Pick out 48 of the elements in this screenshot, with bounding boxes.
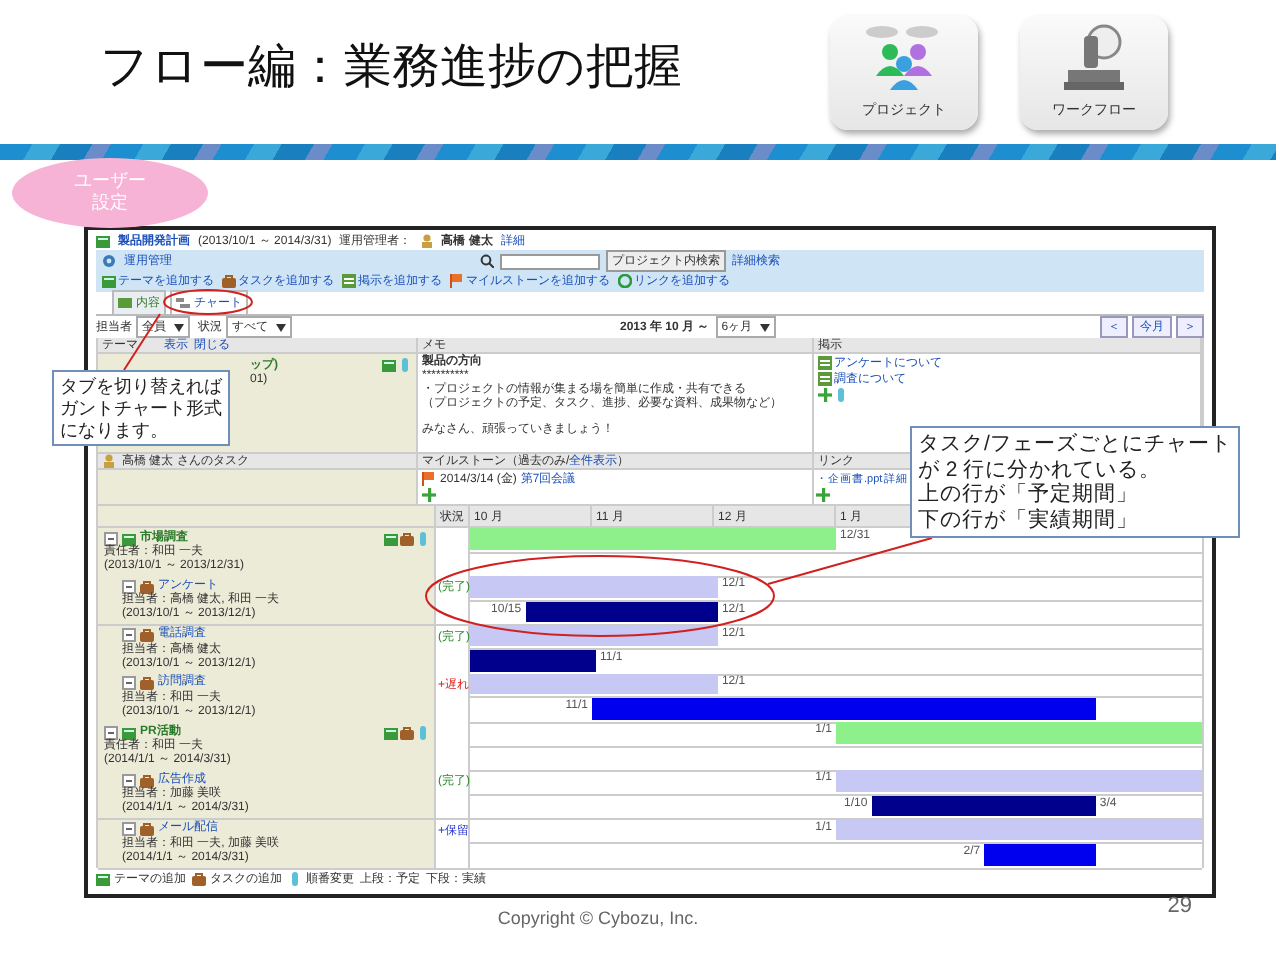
caret-icon — [174, 323, 184, 331]
folder-icon — [96, 234, 110, 248]
capsule-icon — [288, 871, 302, 886]
copyright-text: Copyright © Cybozu, Inc. — [497, 908, 699, 928]
highlight-ellipse — [163, 289, 253, 315]
person-icon — [419, 234, 434, 248]
folder-icon — [122, 725, 136, 740]
callout-note: タスク/フェーズごとにチャート が 2 行に分かれている。 上の行が「予定期間」 下の行が「実績期間」 — [910, 426, 1240, 539]
collapse-icon — [104, 725, 118, 740]
search-icon — [480, 254, 494, 269]
briefcase-icon — [400, 531, 414, 545]
plus-icon — [816, 488, 830, 502]
slide-title: フロー編：業務進捗の把握 — [100, 38, 682, 98]
briefcase-icon — [222, 273, 236, 288]
plus-icon — [818, 388, 832, 402]
capsule-icon — [416, 531, 430, 545]
briefcase-icon — [140, 773, 154, 788]
person-icon — [102, 454, 116, 468]
collapse-icon — [122, 676, 136, 691]
caret-icon — [276, 323, 286, 331]
chart-icon — [176, 296, 190, 310]
collapse-icon — [122, 628, 136, 643]
folder-icon — [122, 531, 136, 545]
folder-icon — [102, 273, 116, 288]
flag-icon — [422, 472, 436, 486]
document-icon — [342, 273, 356, 288]
user-settings-badge: ユーザー 設定 — [12, 158, 208, 228]
collapse-icon — [122, 822, 136, 837]
page-number: 29 — [1167, 894, 1192, 918]
folder-icon — [384, 725, 398, 740]
callout-note: タブを切り替えれば ガントチャート形式 になります。 — [52, 370, 230, 447]
folder-icon — [384, 531, 398, 545]
briefcase-icon — [140, 822, 154, 837]
collapse-icon — [122, 773, 136, 788]
briefcase-icon — [400, 725, 414, 740]
folder-icon — [96, 871, 110, 886]
briefcase-icon — [140, 628, 154, 643]
briefcase-icon — [140, 676, 154, 691]
caret-icon — [760, 323, 771, 331]
briefcase-icon — [192, 871, 206, 886]
capsule-icon — [398, 357, 412, 371]
plus-icon — [422, 488, 436, 502]
flag-icon — [450, 273, 464, 288]
collapse-icon — [104, 531, 118, 545]
collapse-icon — [122, 579, 136, 594]
folder-icon — [382, 357, 396, 371]
search-field[interactable] — [500, 253, 600, 270]
briefcase-icon — [140, 579, 154, 594]
